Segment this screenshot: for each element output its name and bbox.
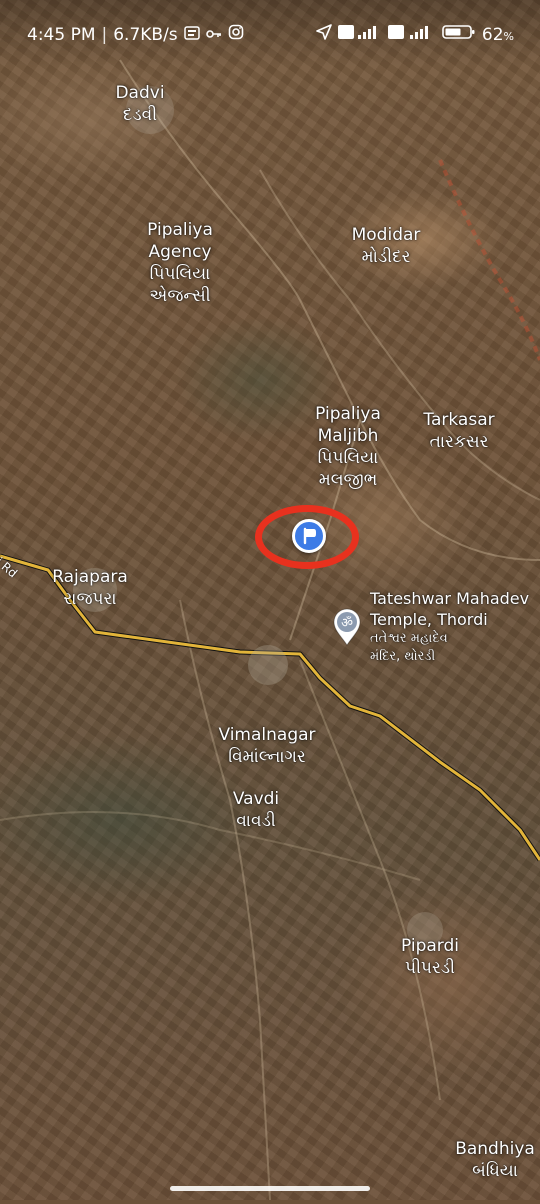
- svg-text:ॐ: ॐ: [341, 616, 353, 631]
- place-name: Pipardi: [400, 936, 459, 956]
- poi-local-name: તતેશ્વર મહાદેવ મંદિર, થોરડી: [370, 631, 448, 664]
- battery-icon: [442, 24, 476, 45]
- flag-pin-icon[interactable]: [292, 519, 326, 553]
- place-name: Dadvi: [115, 83, 165, 103]
- battery-percent: 62%: [481, 24, 514, 45]
- place-pipaliya-maljibh[interactable]: Pipaliya Maljibh પિપલિયા મલજીભ: [305, 381, 391, 513]
- poi-tateshwar-temple[interactable]: Tateshwar Mahadev Temple, Thordi તતેશ્વર…: [370, 588, 529, 666]
- place-rajapara[interactable]: Rajapara રાજપરા: [46, 544, 134, 632]
- instagram-icon: [228, 24, 244, 45]
- place-dadvi[interactable]: Dadvi દડવી: [108, 60, 172, 148]
- place-name: Rajapara: [52, 567, 128, 587]
- place-tarkasar[interactable]: Tarkasar તારકસર: [415, 387, 503, 475]
- location-arrow-icon: [316, 24, 332, 45]
- om-temple-icon[interactable]: ॐ: [332, 608, 362, 646]
- poi-name: Tateshwar Mahadev Temple, Thordi: [370, 589, 530, 629]
- place-local-name: દડવી: [122, 105, 158, 125]
- place-local-name: પિપલિયા મલજીભ: [317, 448, 379, 490]
- satellite-map[interactable]: aji Rd Dadvi દડવી Pipaliya Agency પિપલિય…: [0, 0, 540, 1200]
- place-name: Tarkasar: [423, 410, 495, 430]
- place-bandhiya[interactable]: Bandhiya બંધિયા: [451, 1116, 539, 1204]
- place-local-name: બંધિયા: [472, 1161, 518, 1181]
- place-name: Bandhiya: [455, 1139, 535, 1159]
- volte-signal-icon: [337, 24, 382, 45]
- place-local-name: પીપરડી: [405, 958, 455, 978]
- place-pipardi[interactable]: Pipardi પીપરડી: [392, 913, 468, 1001]
- place-modidar[interactable]: Modidar મોડીદર: [340, 202, 432, 290]
- place-name: Pipaliya Maljibh: [315, 404, 381, 446]
- status-network-speed: 6.7KB/s: [113, 24, 178, 45]
- place-local-name: રાજપરા: [63, 589, 117, 609]
- place-vavdi[interactable]: Vavdi વાવડી: [222, 766, 290, 854]
- place-pipaliya-agency[interactable]: Pipaliya Agency પિપલિયા એજન્સી: [135, 197, 225, 329]
- place-name: Pipaliya Agency: [147, 220, 213, 262]
- home-indicator[interactable]: [170, 1186, 370, 1191]
- place-local-name: વિમાંલ્નાગર: [228, 747, 306, 767]
- volte-4g-signal-icon: [387, 24, 436, 45]
- place-name: Vimalnagar: [218, 725, 316, 745]
- notification-icon: [183, 25, 200, 45]
- key-icon: [205, 25, 222, 45]
- place-local-name: પિપલિયા એજન્સી: [149, 264, 211, 306]
- place-local-name: તારકસર: [429, 432, 489, 452]
- status-time: 4:45 PM: [27, 24, 96, 45]
- place-local-name: મોડીદર: [361, 247, 411, 267]
- status-bar: 4:45 PM | 6.7KB/s 62%: [0, 0, 540, 66]
- place-local-name: વાવડી: [236, 811, 276, 831]
- status-divider: |: [101, 24, 108, 45]
- place-name: Vavdi: [232, 789, 280, 809]
- place-name: Modidar: [351, 225, 421, 245]
